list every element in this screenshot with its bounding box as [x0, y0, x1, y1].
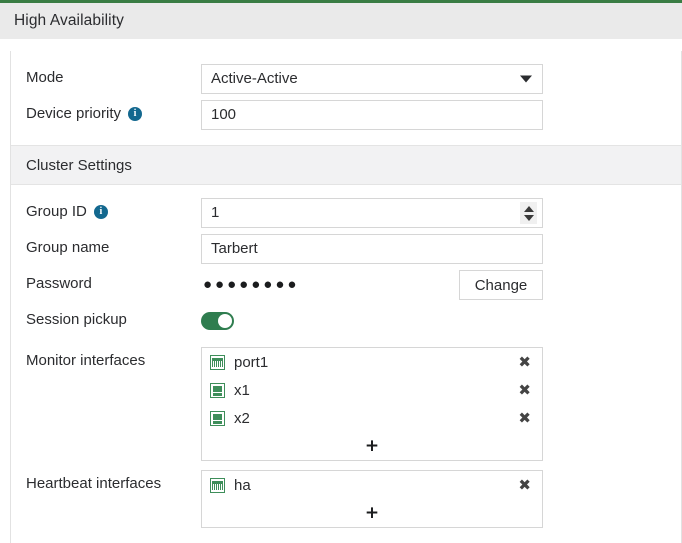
info-icon[interactable]: i: [128, 107, 142, 121]
row-group-name: Group name Tarbert: [11, 231, 681, 267]
field-password: ●●●●●●●● Change: [201, 270, 681, 300]
close-x-icon[interactable]: ✖: [518, 478, 531, 493]
label-session-pickup: Session pickup: [11, 306, 201, 334]
physical-port-icon: [210, 355, 225, 370]
device-priority-label-text: Device priority: [26, 100, 121, 128]
password-masked-value: ●●●●●●●●: [201, 270, 459, 300]
ha-settings-form: Mode Active-Active Device priority i 100: [10, 51, 682, 543]
mode-selected-value: Active-Active: [211, 65, 298, 93]
interface-name: ha: [234, 477, 509, 494]
list-item[interactable]: ha ✖: [202, 471, 542, 499]
label-device-priority: Device priority i: [11, 100, 201, 128]
header-gap: [0, 39, 682, 51]
label-group-name: Group name: [11, 234, 201, 262]
panel-header: High Availability: [0, 0, 682, 39]
row-mode: Mode Active-Active: [11, 61, 681, 97]
close-x-icon[interactable]: ✖: [518, 355, 531, 370]
monitor-interfaces-list: port1 ✖ x1 ✖ x2 ✖ +: [201, 347, 543, 461]
device-priority-value: 100: [211, 101, 236, 129]
field-mode: Active-Active: [201, 64, 681, 94]
cluster-settings-title: Cluster Settings: [26, 157, 132, 174]
field-session-pickup: [201, 306, 681, 330]
group-name-value: Tarbert: [211, 235, 258, 263]
group-name-label-text: Group name: [26, 234, 109, 262]
vlan-interface-icon: [210, 383, 225, 398]
label-group-id: Group ID i: [11, 198, 201, 226]
general-settings-region: Mode Active-Active Device priority i 100: [11, 51, 681, 145]
password-label-text: Password: [26, 270, 92, 298]
row-device-priority: Device priority i 100: [11, 97, 681, 133]
add-monitor-interface-button[interactable]: +: [202, 432, 542, 460]
field-group-name: Tarbert: [201, 234, 681, 264]
interface-name: port1: [234, 354, 509, 371]
list-item[interactable]: x2 ✖: [202, 404, 542, 432]
spinner-updown-icon[interactable]: [520, 202, 537, 224]
interface-name: x2: [234, 410, 509, 427]
field-device-priority: 100: [201, 100, 681, 130]
close-x-icon[interactable]: ✖: [518, 383, 531, 398]
vlan-interface-icon: [210, 411, 225, 426]
group-id-stepper[interactable]: 1: [201, 198, 543, 228]
row-session-pickup: Session pickup: [11, 303, 681, 339]
session-pickup-label-text: Session pickup: [26, 306, 127, 334]
row-group-id: Group ID i 1: [11, 195, 681, 231]
field-heartbeat-interfaces: ha ✖ +: [201, 470, 681, 528]
heartbeat-interfaces-label-text: Heartbeat interfaces: [26, 470, 161, 498]
row-heartbeat-interfaces: Heartbeat interfaces ha ✖ +: [11, 464, 681, 531]
device-priority-input[interactable]: 100: [201, 100, 543, 130]
list-item[interactable]: port1 ✖: [202, 348, 542, 376]
change-password-button[interactable]: Change: [459, 270, 543, 300]
row-monitor-interfaces: Monitor interfaces port1 ✖ x1 ✖: [11, 339, 681, 464]
cluster-settings-region: Group ID i 1 Group name Tarbert: [11, 185, 681, 543]
heartbeat-interfaces-list: ha ✖ +: [201, 470, 543, 528]
info-icon[interactable]: i: [94, 205, 108, 219]
add-heartbeat-interface-button[interactable]: +: [202, 499, 542, 527]
chevron-down-icon: [520, 76, 532, 83]
mode-select[interactable]: Active-Active: [201, 64, 543, 94]
session-pickup-toggle[interactable]: [201, 312, 234, 330]
field-monitor-interfaces: port1 ✖ x1 ✖ x2 ✖ +: [201, 347, 681, 461]
group-id-label-text: Group ID: [26, 198, 87, 226]
interface-name: x1: [234, 382, 509, 399]
mode-label-text: Mode: [26, 64, 64, 92]
close-x-icon[interactable]: ✖: [518, 411, 531, 426]
spinner-down-icon[interactable]: [524, 215, 534, 221]
physical-port-icon: [210, 478, 225, 493]
field-group-id: 1: [201, 198, 681, 228]
label-mode: Mode: [11, 64, 201, 92]
row-password: Password ●●●●●●●● Change: [11, 267, 681, 303]
section-header-cluster-settings: Cluster Settings: [11, 145, 681, 185]
toggle-knob: [218, 314, 232, 328]
label-password: Password: [11, 270, 201, 298]
group-id-value: 1: [211, 199, 219, 227]
spinner-up-icon[interactable]: [524, 206, 534, 212]
group-name-input[interactable]: Tarbert: [201, 234, 543, 264]
list-item[interactable]: x1 ✖: [202, 376, 542, 404]
page-title: High Availability: [14, 12, 124, 30]
label-heartbeat-interfaces: Heartbeat interfaces: [11, 470, 201, 498]
label-monitor-interfaces: Monitor interfaces: [11, 347, 201, 375]
monitor-interfaces-label-text: Monitor interfaces: [26, 347, 145, 375]
